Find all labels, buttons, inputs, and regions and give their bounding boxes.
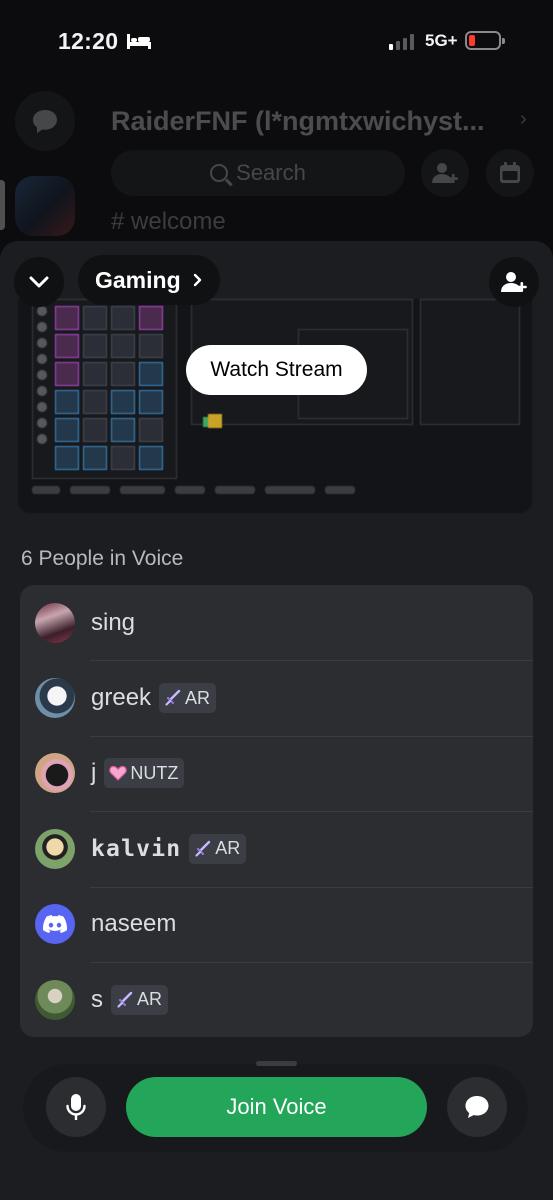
- calendar-icon: [486, 149, 534, 197]
- server-tag: AR: [111, 984, 169, 1015]
- discord-logo-icon: [43, 915, 67, 934]
- background-channel: # welcome: [111, 208, 226, 235]
- server-icon: [15, 176, 75, 236]
- voice-member-list: sing greek AR j NUTZ kalvin AR naseem s …: [20, 585, 533, 1037]
- avatar: [35, 678, 75, 719]
- avatar: [35, 828, 75, 869]
- search-placeholder: Search: [236, 160, 306, 185]
- invite-member-icon: [501, 272, 527, 292]
- battery-icon: [465, 31, 505, 50]
- voice-channel-sheet: Gaming Watch Stream 6 People in Voice si…: [0, 241, 553, 1200]
- tag-label: NUTZ: [130, 762, 179, 783]
- search-icon: [210, 164, 229, 182]
- member-name: s: [91, 985, 103, 1013]
- background-server-view: RaiderFNF (l*ngmtxwichyst... › Search # …: [0, 84, 553, 244]
- add-member-icon: [421, 149, 469, 197]
- search-bar: Search: [111, 150, 405, 196]
- voice-member-row[interactable]: s AR: [20, 961, 533, 1037]
- channel-name: Gaming: [95, 266, 181, 293]
- status-time: 12:20: [58, 28, 119, 54]
- avatar: [35, 753, 75, 794]
- stream-inventory-panel: [32, 299, 177, 479]
- signal-icon: [389, 34, 414, 50]
- chat-button[interactable]: [447, 1077, 507, 1137]
- chevron-right-icon: ›: [520, 108, 527, 130]
- server-title: RaiderFNF (l*ngmtxwichyst...: [111, 106, 485, 136]
- tag-label: AR: [137, 989, 163, 1010]
- status-bar: 12:20 5G+: [0, 0, 553, 84]
- member-name: naseem: [91, 910, 177, 938]
- network-type: 5G+: [425, 31, 458, 50]
- avatar: [35, 602, 75, 643]
- dm-icon: [15, 91, 75, 151]
- chevron-down-icon: [29, 276, 49, 288]
- tag-label: AR: [215, 838, 241, 859]
- sheet-drag-handle[interactable]: [256, 1061, 297, 1066]
- server-tag: NUTZ: [104, 758, 185, 789]
- voice-member-row[interactable]: sing: [20, 585, 533, 660]
- voice-member-count: 6 People in Voice: [21, 547, 184, 570]
- sword-icon: [117, 991, 133, 1008]
- join-voice-button[interactable]: Join Voice: [126, 1077, 427, 1137]
- member-name: j: [91, 759, 97, 787]
- sword-icon: [165, 689, 181, 706]
- voice-member-row[interactable]: naseem: [20, 886, 533, 962]
- heart-icon: [109, 766, 128, 782]
- microphone-button[interactable]: [46, 1077, 106, 1137]
- server-tag: AR: [159, 683, 217, 714]
- server-tag: AR: [189, 833, 247, 864]
- microphone-icon: [66, 1094, 86, 1120]
- tag-label: AR: [185, 687, 211, 708]
- server-active-indicator: [0, 180, 5, 230]
- stream-stash-panel: [420, 299, 520, 425]
- avatar: [35, 979, 75, 1020]
- bed-icon: [127, 34, 151, 49]
- collapse-sheet-button[interactable]: [14, 257, 64, 307]
- stream-keybind-bar: [32, 483, 522, 497]
- stream-preview[interactable]: [18, 299, 532, 513]
- chevron-right-icon: [193, 273, 201, 287]
- member-name: sing: [91, 608, 136, 636]
- invite-member-button[interactable]: [489, 257, 539, 307]
- member-name: kalvin: [91, 835, 182, 862]
- chat-bubble-icon: [465, 1096, 489, 1118]
- channel-name-button[interactable]: Gaming: [78, 255, 220, 305]
- watch-stream-button[interactable]: Watch Stream: [186, 345, 367, 395]
- voice-member-row[interactable]: kalvin AR: [20, 811, 533, 886]
- avatar: [35, 904, 75, 945]
- voice-member-row[interactable]: j NUTZ: [20, 735, 533, 811]
- voice-member-row[interactable]: greek AR: [20, 660, 533, 735]
- sword-icon: [195, 840, 211, 857]
- member-name: greek: [91, 684, 152, 712]
